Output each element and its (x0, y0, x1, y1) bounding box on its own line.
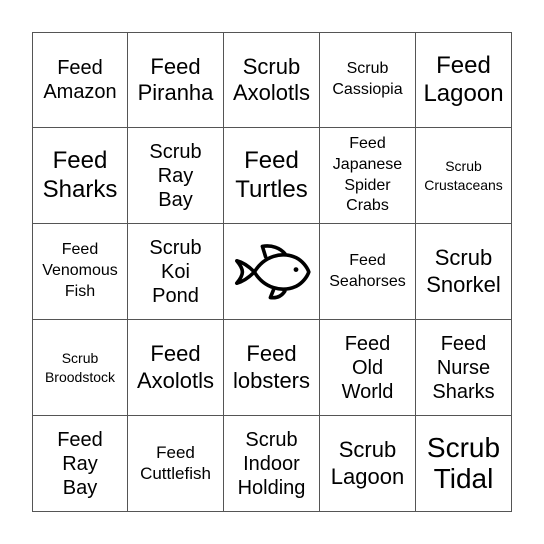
bingo-cell-label: Feed Amazon (43, 57, 117, 103)
bingo-cell-label: Feed Seahorses (329, 251, 406, 290)
bingo-cell-label: Scrub Tidal (426, 431, 501, 494)
bingo-cell[interactable]: Feed Venomous Fish (32, 224, 128, 320)
bingo-cell[interactable]: Feed Seahorses (320, 224, 416, 320)
bingo-cell-free-space[interactable] (224, 224, 320, 320)
bingo-cell-label: Feed Axolotls (136, 341, 215, 393)
bingo-cell[interactable]: Scrub Axolotls (224, 32, 320, 128)
bingo-cell[interactable]: Feed Sharks (32, 128, 128, 224)
bingo-cell[interactable]: Feed Nurse Sharks (416, 320, 512, 416)
bingo-cell[interactable]: Scrub Cassiopia (320, 32, 416, 128)
bingo-cell[interactable]: Scrub Tidal (416, 416, 512, 512)
bingo-cell-label: Feed Ray Bay (57, 428, 103, 499)
bingo-cell-label: Feed Turtles (235, 147, 308, 203)
bingo-cell[interactable]: Feed Turtles (224, 128, 320, 224)
bingo-cell-label: Scrub Crustaceans (424, 158, 503, 193)
bingo-cell[interactable]: Feed Axolotls (128, 320, 224, 416)
bingo-cell[interactable]: Scrub Koi Pond (128, 224, 224, 320)
bingo-cell[interactable]: Feed Piranha (128, 32, 224, 128)
bingo-cell[interactable]: Scrub Crustaceans (416, 128, 512, 224)
bingo-cell-label: Scrub Axolotls (232, 53, 311, 105)
bingo-cell-label: Feed Japanese Spider Crabs (332, 134, 403, 215)
bingo-cell[interactable]: Scrub Indoor Holding (224, 416, 320, 512)
bingo-cell-label: Feed Old World (341, 332, 394, 403)
bingo-cell[interactable]: Scrub Ray Bay (128, 128, 224, 224)
bingo-cell[interactable]: Feed Ray Bay (32, 416, 128, 512)
bingo-board: Feed Amazon Feed Piranha Scrub Axolotls Scr… (32, 32, 512, 512)
bingo-cell-label: Scrub Broodstock (44, 350, 116, 385)
bingo-cell-label: Feed Venomous Fish (42, 241, 118, 300)
bingo-cell-label: Feed Lagoon (423, 51, 504, 107)
bingo-cell-label: Scrub Cassiopia (332, 60, 403, 98)
bingo-cell-label: Feed Nurse Sharks (432, 332, 495, 403)
bingo-cell[interactable]: Feed Japanese Spider Crabs (320, 128, 416, 224)
bingo-cell-label: Scrub Koi Pond (149, 236, 202, 307)
bingo-cell[interactable]: Scrub Broodstock (32, 320, 128, 416)
bingo-cell-label: Scrub Ray Bay (149, 140, 202, 211)
bingo-cell[interactable]: Scrub Lagoon (320, 416, 416, 512)
bingo-cell-label: Scrub Indoor Holding (237, 428, 306, 499)
bingo-cell-label: Feed Sharks (42, 147, 118, 203)
fish-icon (234, 243, 311, 300)
bingo-cell[interactable]: Feed Cuttlefish (128, 416, 224, 512)
bingo-cell[interactable]: Feed Old World (320, 320, 416, 416)
bingo-cell[interactable]: Scrub Snorkel (416, 224, 512, 320)
bingo-cell[interactable]: Feed Lagoon (416, 32, 512, 128)
bingo-cell[interactable]: Feed Amazon (32, 32, 128, 128)
bingo-cell-label: Feed Cuttlefish (140, 442, 211, 483)
bingo-cell[interactable]: Feed lobsters (224, 320, 320, 416)
bingo-cell-label: Scrub Snorkel (426, 245, 501, 297)
bingo-cell-label: Scrub Lagoon (330, 437, 405, 489)
bingo-cell-label: Feed Piranha (137, 53, 214, 105)
bingo-cell-label: Feed lobsters (232, 341, 311, 393)
